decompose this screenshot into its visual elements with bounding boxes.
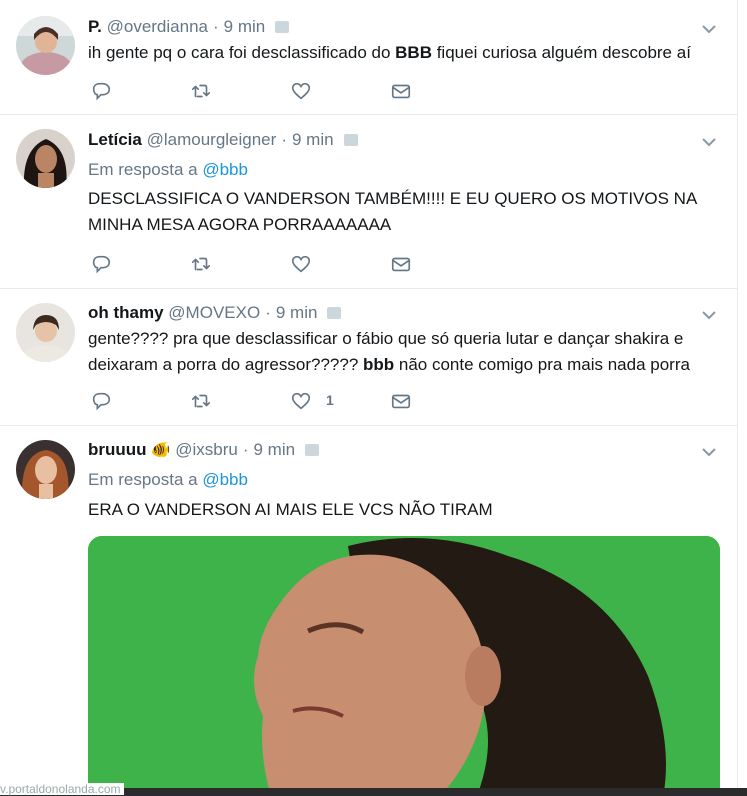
avatar[interactable] <box>16 129 75 188</box>
like-icon <box>291 255 311 273</box>
reply-button[interactable] <box>90 253 114 277</box>
tweet-actions <box>90 80 430 104</box>
dm-button[interactable] <box>390 253 414 277</box>
reply-prefix: Em resposta a <box>88 470 198 489</box>
hashtag-text[interactable]: bbb <box>363 355 394 374</box>
tweet-text: DESCLASSIFICA O VANDERSON TAMBÉM!!!! E E… <box>88 189 697 234</box>
retweet-button[interactable] <box>190 390 214 414</box>
tweet-text: ERA O VANDERSON AI MAIS ELE VCS NÃO TIRA… <box>88 500 493 519</box>
source-icon <box>343 133 358 146</box>
separator-dot: · <box>265 303 271 322</box>
timestamp[interactable]: 9 min <box>253 440 295 459</box>
like-icon <box>291 82 311 100</box>
hashtag-text[interactable]: BBB <box>395 43 432 62</box>
separator-dot: · <box>242 440 249 459</box>
like-button[interactable] <box>290 253 314 277</box>
gif-media[interactable] <box>88 536 720 796</box>
reply-context: Em resposta a @bbb <box>88 160 248 180</box>
reply-icon <box>92 82 111 101</box>
tweet[interactable]: P. @overdianna · 9 min ih gente pq o cara … <box>0 0 737 115</box>
source-icon <box>305 443 320 456</box>
dm-button[interactable] <box>390 390 414 414</box>
text-segment: fiquei curiosa alguém descobre aí <box>431 43 691 62</box>
retweet-icon <box>191 84 211 98</box>
timeline: P. @overdianna · 9 min ih gente pq o cara … <box>0 0 738 796</box>
dm-icon <box>391 84 411 99</box>
tweet-header: P. @overdianna · 9 min <box>88 17 290 37</box>
username[interactable]: @overdianna <box>107 17 208 36</box>
like-count: 1 <box>326 392 334 408</box>
display-name[interactable]: oh thamy <box>88 303 164 322</box>
timestamp[interactable]: 9 min <box>276 303 318 322</box>
text-segment: ih gente pq o cara foi desclassificado d… <box>88 43 396 62</box>
source-icon <box>275 20 290 33</box>
reply-button[interactable] <box>90 390 114 414</box>
avatar[interactable] <box>16 440 75 499</box>
separator-dot: · <box>213 17 219 36</box>
retweet-icon <box>191 257 211 271</box>
separator-dot: · <box>281 130 287 149</box>
tweet-actions <box>90 253 430 277</box>
display-name[interactable]: bruuuu <box>88 440 147 459</box>
username[interactable]: @ixsbru <box>175 440 238 459</box>
source-icon <box>327 306 342 319</box>
tweet-header: oh thamy @MOVEXO · 9 min <box>88 303 342 323</box>
gif-preview-image <box>88 536 720 796</box>
fish-emoji-icon: 🐠 <box>150 442 171 459</box>
reply-prefix: Em resposta a <box>88 160 198 179</box>
reply-icon <box>92 392 111 411</box>
timestamp[interactable]: 9 min <box>292 130 334 149</box>
display-name[interactable]: Letícia <box>88 130 142 149</box>
username[interactable]: @MOVEXO <box>168 303 260 322</box>
tweet[interactable]: oh thamy @MOVEXO · 9 min gente???? pra que… <box>0 289 737 426</box>
reply-mention-link[interactable]: @bbb <box>202 160 248 179</box>
retweet-button[interactable] <box>190 80 214 104</box>
tweet-header: bruuuu 🐠 @ixsbru · 9 min <box>88 440 320 460</box>
retweet-icon <box>191 394 211 408</box>
like-button[interactable] <box>290 390 314 414</box>
tweet-text: ih gente pq o cara foi desclassificado d… <box>88 40 728 66</box>
tweet-text: gente???? pra que desclassificar o fábio… <box>88 326 728 378</box>
dm-icon <box>391 257 411 272</box>
tweet-actions: 1 <box>90 390 430 414</box>
timestamp[interactable]: 9 min <box>224 17 266 36</box>
reply-icon <box>92 255 111 274</box>
reply-mention-link[interactable]: @bbb <box>202 470 248 489</box>
dm-icon <box>391 394 411 409</box>
like-button[interactable] <box>290 80 314 104</box>
chevron-down-icon[interactable] <box>701 444 717 460</box>
avatar[interactable] <box>16 16 75 75</box>
chevron-down-icon[interactable] <box>701 307 717 323</box>
watermark-url: v.portaldonolanda.com <box>0 783 124 795</box>
reply-context: Em resposta a @bbb <box>88 470 248 490</box>
tweet[interactable]: Letícia @lamourgleigner · 9 min Em respost… <box>0 115 737 289</box>
text-segment: não conte comigo pra mais nada porra <box>394 355 690 374</box>
chevron-down-icon[interactable] <box>701 134 717 150</box>
tweet-header: Letícia @lamourgleigner · 9 min <box>88 130 358 150</box>
display-name[interactable]: P. <box>88 17 102 36</box>
like-icon <box>291 392 311 410</box>
dm-button[interactable] <box>390 80 414 104</box>
retweet-button[interactable] <box>190 253 214 277</box>
chevron-down-icon[interactable] <box>701 21 717 37</box>
avatar[interactable] <box>16 303 75 362</box>
reply-button[interactable] <box>90 80 114 104</box>
username[interactable]: @lamourgleigner <box>147 130 277 149</box>
